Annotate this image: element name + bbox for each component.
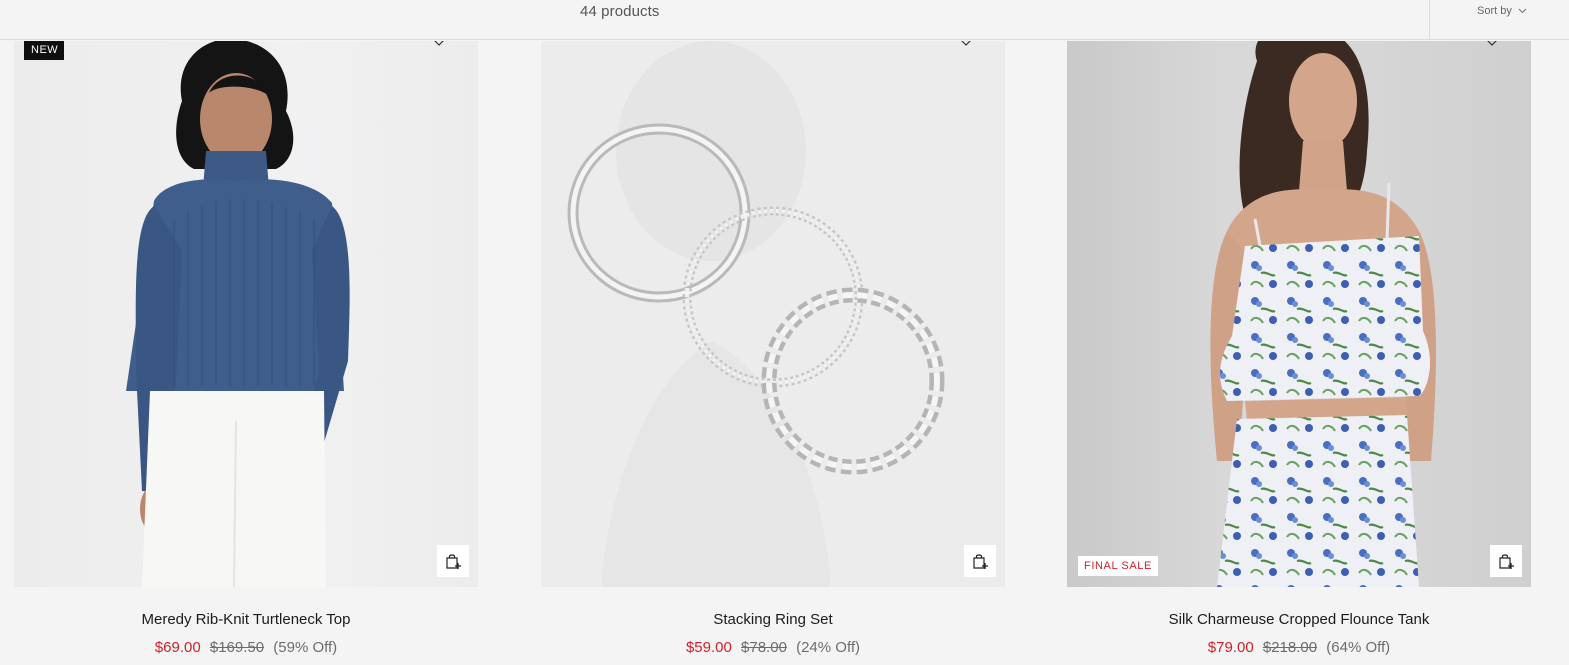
- product-count: 44 products: [580, 3, 660, 20]
- original-price: $78.00: [741, 639, 787, 656]
- product-photo-model-floral-set: [1210, 41, 1436, 587]
- product-name[interactable]: Silk Charmeuse Cropped Flounce Tank: [1067, 611, 1531, 628]
- product-card: Stacking Ring Set $59.00 $78.00 (24% Off…: [541, 41, 1005, 656]
- original-price: $218.00: [1262, 639, 1318, 656]
- toolbar-divider: [1429, 0, 1430, 40]
- discount-percent: (24% Off): [796, 639, 861, 656]
- product-image[interactable]: [541, 41, 1005, 587]
- badge-new: NEW: [24, 41, 65, 60]
- shopping-bag-plus-icon: [973, 554, 988, 569]
- sale-price: $59.00: [685, 639, 732, 656]
- product-image[interactable]: FINAL SALE: [1067, 41, 1531, 587]
- shopping-bag-plus-icon: [1499, 554, 1514, 569]
- heart-icon[interactable]: [1485, 41, 1499, 47]
- badge-final-sale: FINAL SALE: [1078, 556, 1158, 576]
- product-card: FINAL SALE Silk Charmeuse Cropped Flounc…: [1067, 41, 1531, 656]
- sale-price: $79.00: [1207, 639, 1254, 656]
- chevron-down-icon: [1518, 8, 1527, 14]
- product-photo-rings: [567, 41, 945, 587]
- shopping-bag-plus-icon: [446, 554, 461, 569]
- discount-percent: (64% Off): [1326, 639, 1391, 656]
- product-prices: $69.00 $169.50 (59% Off): [14, 639, 478, 656]
- listing-toolbar: 44 products Sort by: [0, 0, 1569, 40]
- sort-by-dropdown[interactable]: Sort by: [1477, 5, 1527, 17]
- heart-icon[interactable]: [432, 41, 446, 47]
- sort-by-label: Sort by: [1477, 5, 1512, 17]
- quick-add-button[interactable]: [437, 545, 469, 577]
- quick-add-button[interactable]: [964, 545, 996, 577]
- sale-price: $69.00: [154, 639, 201, 656]
- quick-add-button[interactable]: [1490, 545, 1522, 577]
- heart-icon[interactable]: [959, 41, 973, 47]
- product-card: NEW Meredy Rib-Knit Turtleneck Top $69.0…: [14, 41, 478, 656]
- product-name[interactable]: Stacking Ring Set: [541, 611, 1005, 628]
- product-image[interactable]: NEW: [14, 41, 478, 587]
- product-name[interactable]: Meredy Rib-Knit Turtleneck Top: [14, 611, 478, 628]
- product-prices: $59.00 $78.00 (24% Off): [541, 639, 1005, 656]
- discount-percent: (59% Off): [273, 639, 338, 656]
- original-price: $169.50: [209, 639, 265, 656]
- product-prices: $79.00 $218.00 (64% Off): [1067, 639, 1531, 656]
- product-photo-model-turtleneck: [126, 41, 350, 587]
